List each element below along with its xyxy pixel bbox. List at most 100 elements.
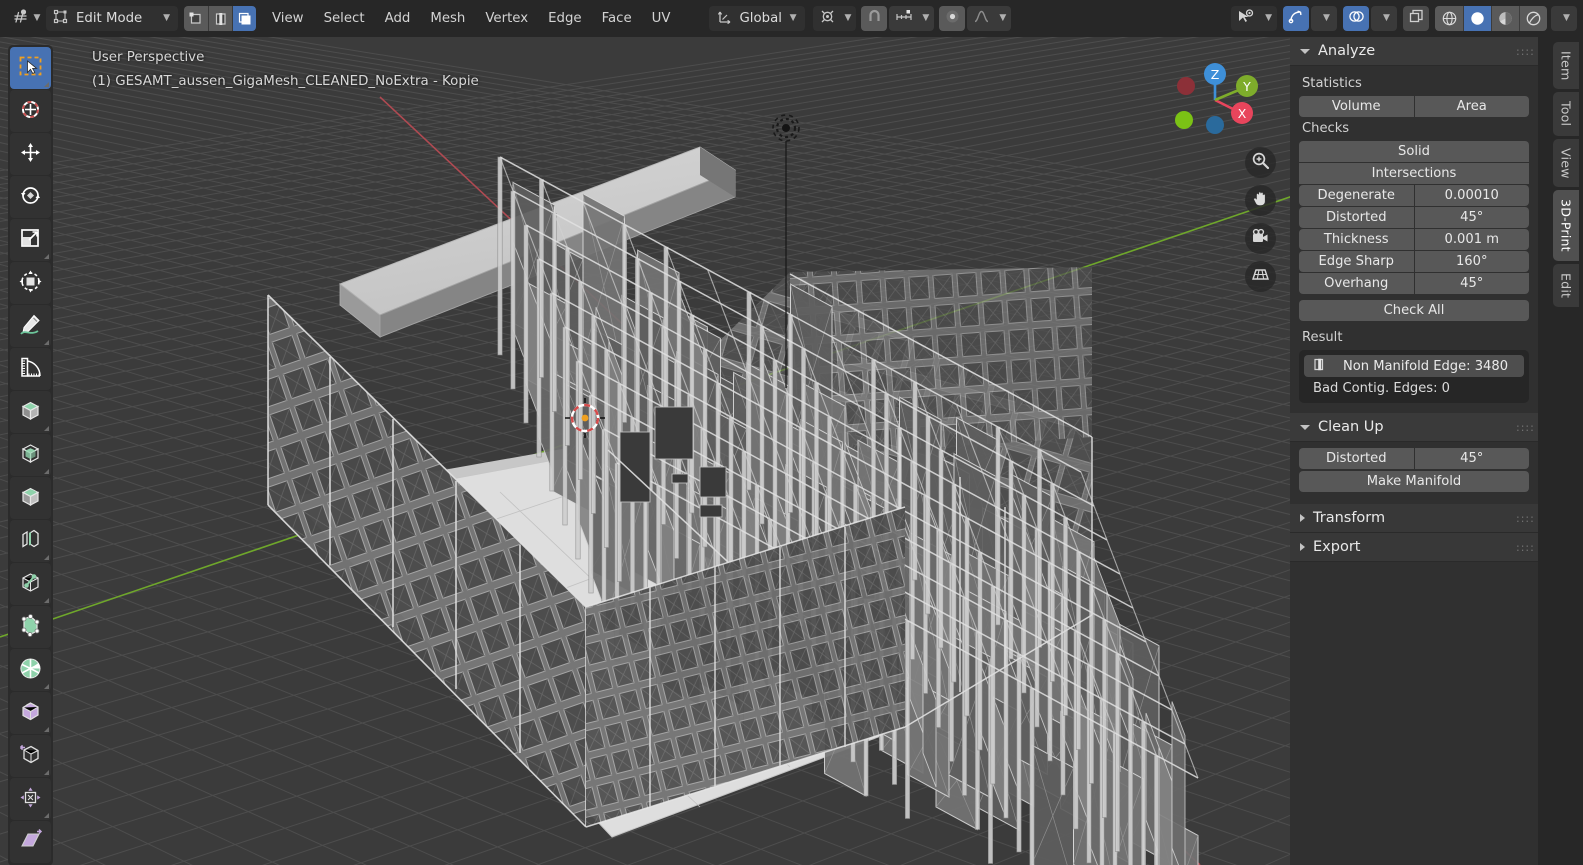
- show-gizmo-toggle[interactable]: [1283, 6, 1309, 31]
- show-overlays-icon: [1348, 8, 1365, 29]
- sidebar-tab-item[interactable]: Item: [1553, 42, 1579, 90]
- check-intersections-button[interactable]: Intersections: [1299, 163, 1529, 184]
- proportional-falloff-dropdown[interactable]: ▼: [967, 6, 1012, 31]
- tweak-select-box-tool[interactable]: [10, 47, 51, 89]
- overlay-options-dropdown[interactable]: ▼: [1371, 6, 1397, 31]
- face-select-mode-button[interactable]: [232, 6, 256, 31]
- volume-button[interactable]: Volume: [1299, 96, 1414, 117]
- loop-cut-tool[interactable]: [10, 563, 51, 605]
- cleanup-distorted-value[interactable]: 45°: [1414, 448, 1529, 469]
- toggle-perspective-button[interactable]: [1245, 261, 1276, 292]
- wireframe-shading-button[interactable]: [1435, 6, 1463, 31]
- shear-tool[interactable]: [10, 821, 51, 863]
- check-overhang-label[interactable]: Overhang: [1299, 273, 1414, 294]
- pivot-point-dropdown[interactable]: ▼: [812, 6, 857, 31]
- menu-add[interactable]: Add: [375, 6, 421, 31]
- panel-clean-up-header[interactable]: Clean Up ::::: [1290, 413, 1538, 442]
- check-edge-sharp-label[interactable]: Edge Sharp: [1299, 251, 1414, 272]
- menu-vertex[interactable]: Vertex: [475, 6, 538, 31]
- menu-select[interactable]: Select: [314, 6, 375, 31]
- solid-shading-button[interactable]: [1463, 6, 1491, 31]
- check-degenerate-label[interactable]: Degenerate: [1299, 185, 1414, 206]
- editor-type-button[interactable]: ▼: [6, 6, 46, 31]
- toggle-xray-button[interactable]: [1403, 6, 1429, 31]
- material-preview-shading-button[interactable]: [1491, 6, 1519, 31]
- check-distorted-label[interactable]: Distorted: [1299, 207, 1414, 228]
- scale-tool[interactable]: [10, 219, 51, 261]
- menu-mesh[interactable]: Mesh: [420, 6, 475, 31]
- check-solid-button[interactable]: Solid: [1299, 141, 1529, 162]
- rendered-shading-button[interactable]: [1519, 6, 1547, 31]
- result-item-non-manifold-edge[interactable]: Non Manifold Edge: 3480: [1304, 355, 1524, 377]
- object-visibility-dropdown[interactable]: ▼: [1231, 6, 1277, 31]
- menu-edge[interactable]: Edge: [538, 6, 591, 31]
- sidebar-tab-view[interactable]: View: [1553, 138, 1579, 188]
- area-button[interactable]: Area: [1414, 96, 1529, 117]
- pan-button[interactable]: [1245, 185, 1276, 216]
- menu-uv[interactable]: UV: [642, 6, 681, 31]
- move-tool[interactable]: [10, 133, 51, 175]
- vertex-select-mode-button[interactable]: [184, 6, 208, 31]
- check-degenerate-value[interactable]: 0.00010: [1414, 185, 1529, 206]
- drag-grip-icon[interactable]: ::::: [1516, 422, 1534, 433]
- check-edge-sharp-value[interactable]: 160°: [1414, 251, 1529, 272]
- check-all-button[interactable]: Check All: [1299, 300, 1529, 321]
- add-cube-tool[interactable]: [10, 391, 51, 433]
- gizmo-label-y: Y: [1242, 79, 1251, 94]
- inset-faces-tool[interactable]: [10, 477, 51, 519]
- camera-view-button[interactable]: [1245, 223, 1276, 254]
- statistics-buttons: Volume Area: [1299, 96, 1529, 117]
- sidebar-tab-tool[interactable]: Tool: [1553, 92, 1579, 136]
- make-manifold-button[interactable]: Make Manifold: [1299, 471, 1529, 492]
- gizmo-options-dropdown[interactable]: ▼: [1311, 6, 1337, 31]
- extrude-region-tool[interactable]: [10, 434, 51, 476]
- result-box: Non Manifold Edge: 3480 Bad Contig. Edge…: [1299, 350, 1529, 403]
- spin-tool[interactable]: [10, 692, 51, 734]
- shrink-fatten-tool[interactable]: [10, 778, 51, 820]
- check-thickness-value[interactable]: 0.001 m: [1414, 229, 1529, 250]
- pivot-point-icon: [819, 8, 836, 29]
- panel-transform-header[interactable]: Transform ::::: [1290, 504, 1538, 533]
- panel-export-header[interactable]: Export ::::: [1290, 533, 1538, 562]
- drag-grip-icon[interactable]: ::::: [1516, 513, 1534, 524]
- toggle-xray-icon: [1408, 8, 1425, 29]
- check-overhang-value[interactable]: 45°: [1414, 273, 1529, 294]
- check-thickness-label[interactable]: Thickness: [1299, 229, 1414, 250]
- transform-orientation-dropdown[interactable]: Global ▼: [708, 6, 805, 31]
- bevel-tool[interactable]: [10, 520, 51, 562]
- inset-faces-icon: [18, 484, 43, 513]
- navigation-gizmo[interactable]: Z Y X: [1172, 57, 1258, 143]
- check-distorted-value[interactable]: 45°: [1414, 207, 1529, 228]
- orientation-icon: [717, 9, 733, 29]
- measure-tool[interactable]: [10, 348, 51, 390]
- transform-tool[interactable]: [10, 262, 51, 304]
- smooth-tool[interactable]: [10, 735, 51, 777]
- edit-mode-icon: [53, 9, 68, 28]
- toggle-perspective-icon: [1251, 265, 1270, 288]
- panel-analyze-header[interactable]: Analyze ::::: [1290, 37, 1538, 66]
- menu-face[interactable]: Face: [592, 6, 642, 31]
- zoom-button[interactable]: [1245, 147, 1276, 178]
- snap-to-dropdown[interactable]: ▼: [889, 6, 935, 31]
- sidebar-tab-3d-print[interactable]: 3D-Print: [1553, 190, 1579, 262]
- snap-magnet-toggle[interactable]: [861, 6, 888, 31]
- chevron-down-icon: ▼: [844, 13, 852, 23]
- cleanup-distorted-label[interactable]: Distorted: [1299, 448, 1414, 469]
- knife-tool[interactable]: [10, 606, 51, 648]
- edge-select-mode-button[interactable]: [208, 6, 232, 31]
- sidebar-tab-edit[interactable]: Edit: [1553, 264, 1579, 308]
- menu-view[interactable]: View: [262, 6, 314, 31]
- rotate-tool[interactable]: [10, 176, 51, 218]
- annotate-tool[interactable]: [10, 305, 51, 347]
- cursor-tool[interactable]: [10, 90, 51, 132]
- drag-grip-icon[interactable]: ::::: [1516, 46, 1534, 57]
- show-overlays-toggle[interactable]: [1343, 6, 1369, 31]
- interaction-mode-dropdown[interactable]: Edit Mode ▼: [46, 6, 178, 31]
- check-distorted-row: Distorted 45°: [1299, 207, 1529, 228]
- poly-build-tool[interactable]: [10, 649, 51, 691]
- move-arrows-icon: [18, 140, 43, 169]
- proportional-editing-toggle[interactable]: [939, 6, 966, 31]
- mesh-menus: View Select Add Mesh Vertex Edge Face UV: [262, 6, 681, 31]
- shading-options-dropdown[interactable]: ▼: [1551, 6, 1577, 31]
- drag-grip-icon[interactable]: ::::: [1516, 542, 1534, 553]
